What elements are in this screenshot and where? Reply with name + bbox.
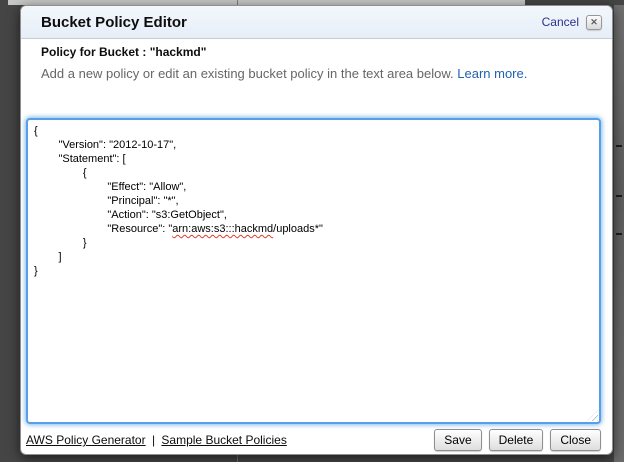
background-divider-line-bottom [237, 455, 238, 462]
learn-more-link[interactable]: Learn more. [457, 66, 527, 81]
resize-handle-icon[interactable] [587, 410, 598, 421]
close-button-footer[interactable]: Close [550, 429, 601, 451]
description-row: Add a new policy or edit an existing buc… [41, 66, 592, 82]
save-button[interactable]: Save [434, 429, 481, 451]
sample-bucket-policies-link[interactable]: Sample Bucket Policies [161, 433, 286, 447]
cancel-link[interactable]: Cancel [542, 15, 579, 29]
policy-textarea[interactable]: { "Version": "2012-10-17", "Statement": … [26, 118, 601, 424]
close-icon: ✕ [590, 18, 598, 27]
link-separator: | [152, 433, 155, 447]
background-text-fragment [616, 233, 622, 235]
policy-text-before: { "Version": "2012-10-17", "Statement": … [34, 125, 227, 235]
footer-links: AWS Policy Generator | Sample Bucket Pol… [26, 433, 434, 447]
background-text-fragment [616, 195, 622, 197]
policy-text-flagged: arn:aws:s3:::hackmd [172, 223, 273, 235]
delete-button[interactable]: Delete [489, 429, 544, 451]
dialog-header: Bucket Policy Editor Cancel ✕ [21, 6, 612, 39]
background-text-fragment [616, 145, 622, 147]
dialog-footer: AWS Policy Generator | Sample Bucket Pol… [21, 427, 612, 453]
close-button[interactable]: ✕ [586, 15, 602, 30]
bucket-policy-editor-dialog: Bucket Policy Editor Cancel ✕ Policy for… [20, 5, 613, 455]
description-text: Add a new policy or edit an existing buc… [41, 66, 454, 81]
bucket-policy-subtitle: Policy for Bucket : "hackmd" [41, 45, 592, 60]
background-right-strip [614, 5, 624, 462]
page-backdrop: Bucket Policy Editor Cancel ✕ Policy for… [0, 0, 624, 462]
aws-policy-generator-link[interactable]: AWS Policy Generator [26, 433, 146, 447]
footer-buttons: Save Delete Close [434, 429, 601, 451]
dialog-title: Bucket Policy Editor [41, 14, 542, 31]
